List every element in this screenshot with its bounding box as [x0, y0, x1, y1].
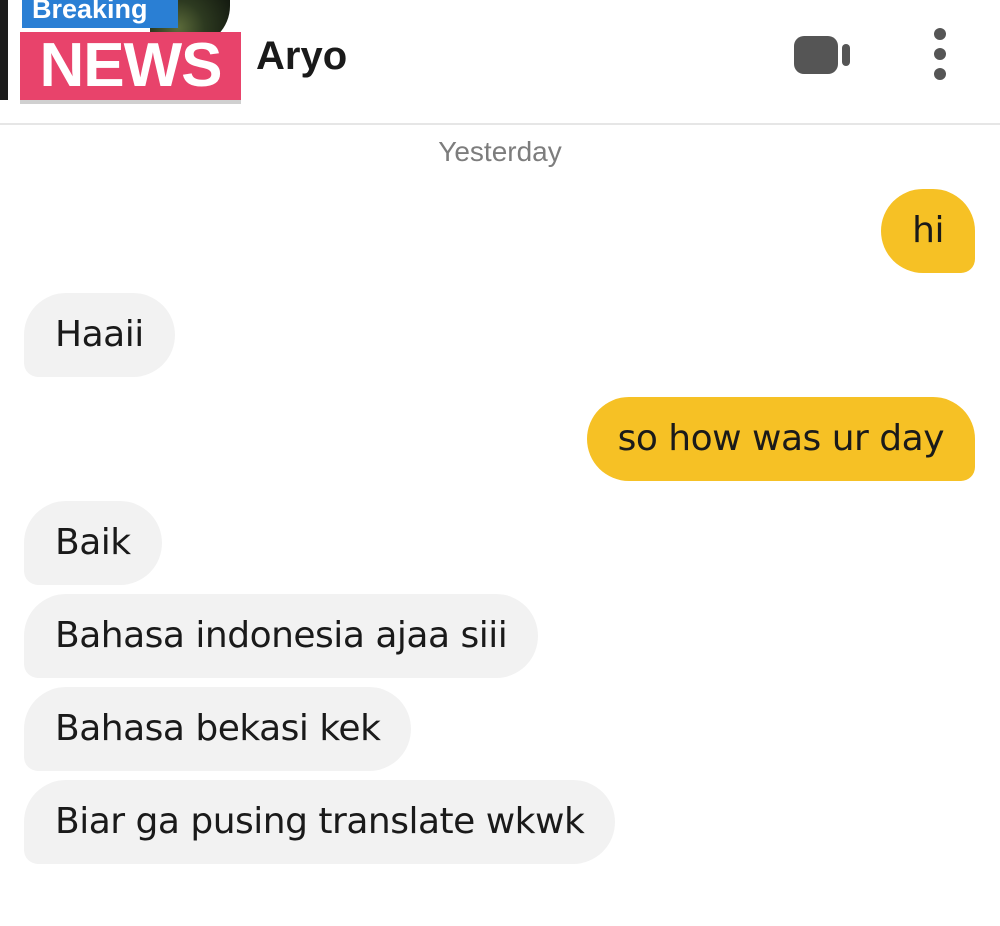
more-dot [934, 28, 946, 40]
message-bubble-outgoing[interactable]: hi [881, 189, 975, 273]
contact-name[interactable]: Aryo [256, 32, 347, 80]
message-bubble-incoming[interactable]: Bahasa indonesia ajaa siii [24, 594, 539, 678]
video-camera-lens [842, 44, 850, 66]
more-dot [934, 68, 946, 80]
message-bubble-incoming[interactable]: Bahasa bekasi kek [24, 687, 412, 771]
more-dot [934, 48, 946, 60]
video-camera-body [794, 36, 838, 74]
message-bubble-incoming[interactable]: Baik [24, 501, 162, 585]
message-bubble-incoming[interactable]: Haaii [24, 293, 175, 377]
message-bubble-incoming[interactable]: Biar ga pusing translate wkwk [24, 780, 616, 864]
more-options-button[interactable] [920, 26, 960, 82]
logo-bar [0, 0, 8, 100]
chat-screen: Breaking NEWS Aryo Yesterday hi Haaii so… [0, 0, 1000, 926]
contact-avatar[interactable]: Breaking NEWS [0, 0, 242, 102]
logo-news-label: NEWS [39, 31, 223, 100]
logo-breaking-label: Breaking [22, 0, 178, 28]
logo-news-box: NEWS [20, 32, 241, 100]
chat-header: Breaking NEWS Aryo [0, 0, 1000, 125]
date-separator: Yesterday [438, 136, 562, 167]
video-call-button[interactable] [790, 34, 856, 78]
message-bubble-outgoing[interactable]: so how was ur day [586, 397, 975, 481]
